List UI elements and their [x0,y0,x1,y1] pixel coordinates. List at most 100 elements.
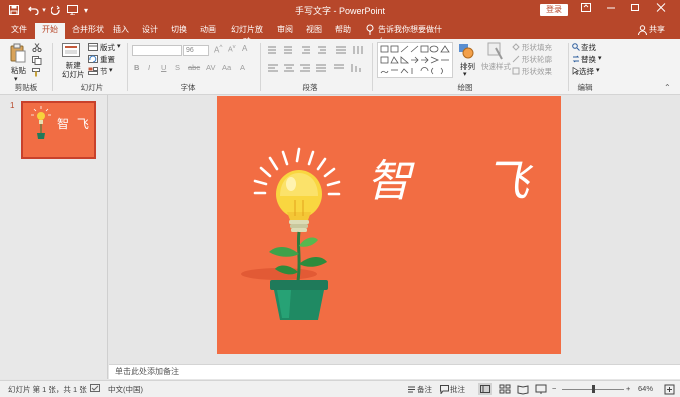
group-label-editing: 编辑 [577,83,593,92]
ribbon-display-options-icon[interactable] [578,3,594,17]
italic-icon[interactable]: I [148,63,150,72]
arrange-dropdown-icon[interactable]: ▾ [463,70,467,78]
layout-button[interactable]: 版式 [100,42,115,53]
zoom-in-button[interactable]: + [626,384,630,393]
copy-icon[interactable] [32,56,42,65]
strikethrough-icon[interactable]: abc [188,63,200,72]
comments-toggle-button[interactable]: 批注 [450,384,465,395]
section-dropdown-icon[interactable]: ▾ [109,66,113,74]
font-name-field[interactable] [132,45,182,56]
slide-title[interactable]: 智 飞 [367,160,559,204]
tab-transitions[interactable]: 切换 [170,24,188,38]
group-separator [260,43,261,91]
replace-dropdown-icon[interactable]: ▾ [598,54,602,62]
clear-formatting-icon[interactable]: A [242,44,247,53]
group-separator [127,43,128,91]
shape-effects-icon [512,67,520,75]
group-separator [52,43,53,91]
normal-view-icon[interactable] [478,383,492,395]
increase-font-size-icon[interactable]: A^ [214,44,222,55]
login-button[interactable]: 登录 [540,4,568,16]
collapse-ribbon-icon[interactable]: ⌃ [664,83,674,92]
group-separator [372,43,373,91]
shape-fill-button[interactable]: 形状填充 [522,42,552,53]
notes-toggle-button[interactable]: 备注 [417,384,432,395]
language-indicator[interactable]: 中文(中国) [108,384,143,395]
shape-outline-button[interactable]: 形状轮廓 [522,54,552,65]
select-dropdown-icon[interactable]: ▾ [596,66,600,74]
slide-canvas[interactable]: 智 飞 [217,96,561,354]
reset-icon [88,55,98,63]
reading-view-icon[interactable] [516,383,530,395]
arrange-icon[interactable] [458,43,474,59]
share-button[interactable]: 共享 [648,24,666,38]
slide-sorter-view-icon[interactable] [498,383,512,395]
group-separator [568,43,569,91]
tab-view[interactable]: 视图 [305,24,323,38]
change-case-icon[interactable]: Aa [222,63,231,72]
minimize-icon[interactable] [603,3,619,17]
reset-button[interactable]: 重置 [100,54,115,65]
person-icon [638,25,648,36]
font-color-icon[interactable]: A [240,63,245,72]
close-icon[interactable] [653,3,669,17]
select-button[interactable]: 选择 [579,66,594,77]
char-spacing-icon[interactable]: AV [206,63,215,72]
paragraph-list-icons[interactable] [266,45,366,55]
shape-effects-button[interactable]: 形状效果 [522,66,552,77]
section-button[interactable]: 节 [100,66,108,77]
decrease-font-size-icon[interactable]: Av [228,44,236,53]
tab-home[interactable]: 开始 [35,23,65,39]
tab-help[interactable]: 帮助 [334,24,352,38]
zoom-slider-thumb[interactable] [592,385,595,393]
font-size-field[interactable]: 96 [183,45,209,56]
slide-thumbnail[interactable]: 智 飞 [21,101,96,159]
new-slide-icon[interactable] [62,43,80,61]
replace-icon [572,55,580,63]
restore-icon[interactable] [627,3,643,17]
group-label-clipboard: 剪贴板 [14,83,38,92]
thumbnail-number: 1 [10,101,15,110]
tab-insert[interactable]: 插入 [112,24,130,38]
cut-icon[interactable] [32,43,42,53]
underline-icon[interactable]: U [161,63,166,72]
group-label-font: 字体 [180,83,196,92]
title-bar: ▾ ▾ 手写文字 - PowerPoint 登录 [0,0,680,20]
shape-fill-icon [512,43,520,51]
replace-button[interactable]: 替换 [581,54,596,65]
thumbnail-title: 智 飞 [57,117,91,131]
notes-pane[interactable]: 单击此处添加备注 [109,364,680,379]
tab-slideshow[interactable]: 幻灯片放映 [228,24,266,46]
tell-me-search[interactable]: 告诉我你想要做什么 [378,24,446,46]
tab-design[interactable]: 设计 [141,24,159,38]
layout-icon [88,43,98,51]
zoom-level[interactable]: 64% [638,384,653,393]
quick-styles-button[interactable]: 快速样式 [481,61,511,72]
bold-icon[interactable]: B [134,63,139,72]
comments-icon [440,385,449,395]
group-label-slides: 幻灯片 [80,83,104,92]
slide-counter: 幻灯片 第 1 张，共 1 张 [8,385,87,394]
tab-review[interactable]: 审阅 [276,24,294,38]
shape-outline-icon [512,55,520,63]
tab-animations[interactable]: 动画 [199,24,217,38]
layout-dropdown-icon[interactable]: ▾ [117,42,121,50]
group-label-drawing: 绘图 [457,83,473,92]
spelling-check-icon[interactable] [90,384,100,394]
shadow-icon[interactable]: S [175,63,180,72]
quick-styles-icon[interactable] [487,42,503,60]
zoom-out-button[interactable]: − [552,384,556,393]
fit-to-window-icon[interactable] [664,384,675,395]
slideshow-view-icon[interactable] [534,383,548,395]
status-bar: 幻灯片 第 1 张，共 1 张 中文(中国) 备注 批注 − + 64% [0,380,680,397]
lightbulb-plant-illustration [241,147,341,320]
alignment-icons[interactable] [266,63,366,73]
find-button[interactable]: 查找 [581,42,596,53]
tab-merge-shapes[interactable]: 合并形状 [70,24,106,38]
ribbon-tab-bar: 文件 开始 合并形状 插入 设计 切换 动画 幻灯片放映 审阅 视图 帮助 告诉… [0,20,680,46]
paste-icon[interactable] [9,43,27,63]
format-painter-icon[interactable] [32,68,42,77]
new-slide-button[interactable]: 新建 幻灯片 [62,61,85,79]
tab-file[interactable]: 文件 [8,24,30,38]
shapes-gallery[interactable] [377,42,453,78]
